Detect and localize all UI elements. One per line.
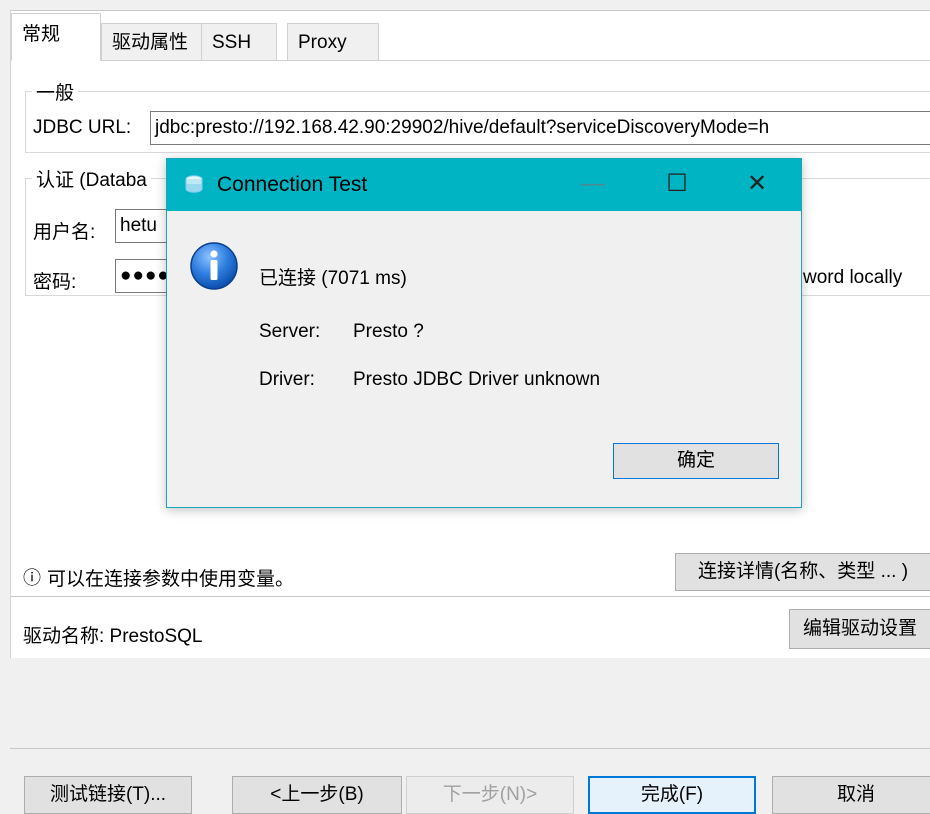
auth-group-title: 认证 (Databa xyxy=(32,165,151,192)
finish-button[interactable]: 完成(F) xyxy=(588,776,756,814)
connection-status-text: 已连接 (7071 ms) xyxy=(259,268,407,289)
jdbc-url-label: JDBC URL: xyxy=(33,117,132,138)
driver-value: Presto JDBC Driver unknown xyxy=(353,369,601,390)
close-icon[interactable]: ✕ xyxy=(727,159,787,211)
separator xyxy=(11,596,930,597)
maximize-icon[interactable]: ☐ xyxy=(647,159,707,211)
password-label: 密码: xyxy=(33,272,77,293)
next-button[interactable]: 下一步(N)> xyxy=(406,776,574,814)
database-icon xyxy=(183,174,205,201)
cancel-button[interactable]: 取消 xyxy=(772,776,930,814)
dialog-body: 已连接 (7071 ms) Server: Presto ? Driver: P… xyxy=(167,211,801,507)
tab-proxy[interactable]: Proxy xyxy=(287,23,379,61)
dialog-title-bar[interactable]: Connection Test — ☐ ✕ xyxy=(167,159,801,211)
username-label: 用户名: xyxy=(33,222,96,243)
driver-label: Driver: xyxy=(259,369,315,390)
general-group-title: 一般 xyxy=(32,78,79,105)
variables-hint-text: 可以在连接参数中使用变量。 xyxy=(47,569,295,590)
back-button[interactable]: <上一步(B) xyxy=(232,776,402,814)
tab-general[interactable]: 常规 xyxy=(11,13,101,61)
tab-driver-properties[interactable]: 驱动属性 xyxy=(101,23,213,61)
jdbc-url-input[interactable]: jdbc:presto://192.168.42.90:29902/hive/d… xyxy=(150,111,930,145)
bottom-separator xyxy=(10,748,930,749)
connection-details-button[interactable]: 连接详情(名称、类型 ... ) xyxy=(675,553,930,591)
connection-test-dialog: Connection Test — ☐ ✕ 已连接 (7071 ms) Serv… xyxy=(166,158,802,508)
minimize-icon[interactable]: — xyxy=(563,159,623,211)
server-value: Presto ? xyxy=(353,321,424,342)
info-icon: ⓘ xyxy=(23,568,41,588)
tab-ssh[interactable]: SSH xyxy=(201,23,277,61)
server-label: Server: xyxy=(259,321,321,342)
info-circle-icon xyxy=(189,241,239,296)
driver-name-label: 驱动名称: PrestoSQL xyxy=(23,626,203,647)
save-password-label[interactable]: word locally xyxy=(803,267,902,289)
ok-button[interactable]: 确定 xyxy=(613,443,779,479)
tab-bar: 常规 驱动属性 SSH Proxy xyxy=(11,11,930,61)
test-connection-button[interactable]: 测试链接(T)... xyxy=(24,776,192,814)
edit-driver-settings-button[interactable]: 编辑驱动设置 xyxy=(789,609,930,649)
dialog-title: Connection Test xyxy=(217,173,368,196)
